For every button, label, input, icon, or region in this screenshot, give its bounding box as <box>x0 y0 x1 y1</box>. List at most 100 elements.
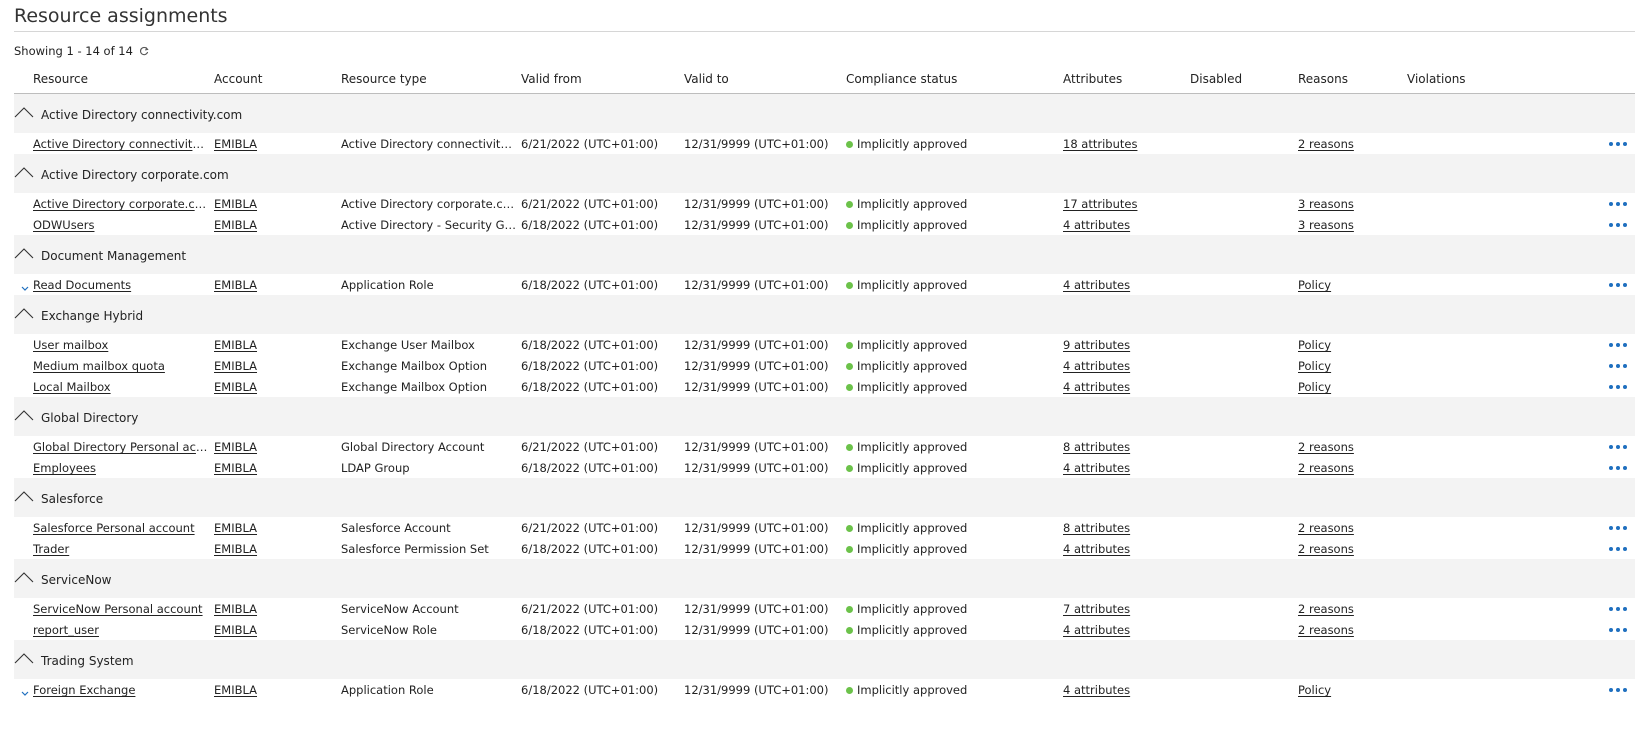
reasons-link[interactable]: Policy <box>1298 278 1331 292</box>
more-horizontal-icon[interactable] <box>1609 626 1627 634</box>
more-horizontal-icon[interactable] <box>1609 545 1627 553</box>
column-header-valid-to[interactable]: Valid to <box>684 72 729 86</box>
attributes-link[interactable]: 17 attributes <box>1063 197 1137 211</box>
column-header-violations[interactable]: Violations <box>1407 72 1466 86</box>
column-header-attributes[interactable]: Attributes <box>1063 72 1122 86</box>
chevron-up-icon[interactable] <box>14 164 34 178</box>
table-row[interactable]: report_user EMIBLA ServiceNow Role 6/18/202… <box>14 620 1635 640</box>
reasons-link[interactable]: Policy <box>1298 338 1331 352</box>
attributes-link[interactable]: 18 attributes <box>1063 137 1137 151</box>
account-link[interactable]: EMIBLA <box>214 359 257 373</box>
reasons-link[interactable]: 2 reasons <box>1298 521 1354 535</box>
chevron-up-icon[interactable] <box>14 245 34 259</box>
reasons-link[interactable]: 2 reasons <box>1298 542 1354 556</box>
account-link[interactable]: EMIBLA <box>214 197 257 211</box>
more-horizontal-icon[interactable] <box>1609 443 1627 451</box>
account-link[interactable]: EMIBLA <box>214 278 257 292</box>
table-row[interactable]: Read Documents EMIBLA Application Role 6/18… <box>14 275 1635 295</box>
attributes-link[interactable]: 4 attributes <box>1063 359 1130 373</box>
attributes-link[interactable]: 4 attributes <box>1063 683 1130 697</box>
attributes-link[interactable]: 7 attributes <box>1063 602 1130 616</box>
table-row[interactable]: Active Directory connectivity.com Person… <box>14 134 1635 154</box>
account-link[interactable]: EMIBLA <box>214 338 257 352</box>
table-row[interactable]: Trader EMIBLA Salesforce Permission Set 6/1… <box>14 539 1635 559</box>
column-header-compliance[interactable]: Compliance status <box>846 72 957 86</box>
resource-link[interactable]: Employees <box>33 461 96 475</box>
column-header-disabled[interactable]: Disabled <box>1190 72 1242 86</box>
chevron-up-icon[interactable] <box>14 305 34 319</box>
chevron-up-icon[interactable] <box>14 569 34 583</box>
table-row[interactable]: ServiceNow Personal account EMIBLA Service… <box>14 599 1635 619</box>
account-link[interactable]: EMIBLA <box>214 602 257 616</box>
more-horizontal-icon[interactable] <box>1609 200 1627 208</box>
resource-link[interactable]: Active Directory connectivity.com Person… <box>33 137 209 151</box>
more-horizontal-icon[interactable] <box>1609 524 1627 532</box>
account-link[interactable]: EMIBLA <box>214 380 257 394</box>
column-header-reasons[interactable]: Reasons <box>1298 72 1348 86</box>
resource-link[interactable]: Read Documents <box>33 278 131 292</box>
attributes-link[interactable]: 4 attributes <box>1063 542 1130 556</box>
resource-link[interactable]: User mailbox <box>33 338 108 352</box>
account-link[interactable]: EMIBLA <box>214 623 257 637</box>
account-link[interactable]: EMIBLA <box>214 440 257 454</box>
reasons-link[interactable]: 3 reasons <box>1298 197 1354 211</box>
resource-link[interactable]: Local Mailbox <box>33 380 111 394</box>
reasons-link[interactable]: 2 reasons <box>1298 602 1354 616</box>
resource-link[interactable]: Active Directory corporate.com Personal … <box>33 197 209 211</box>
resource-link[interactable]: Trader <box>33 542 69 556</box>
table-row[interactable]: Medium mailbox quota EMIBLA Exchange Mailb… <box>14 356 1635 376</box>
reasons-link[interactable]: 3 reasons <box>1298 218 1354 232</box>
reasons-link[interactable]: 2 reasons <box>1298 440 1354 454</box>
reasons-link[interactable]: Policy <box>1298 380 1331 394</box>
table-row[interactable]: Foreign Exchange EMIBLA Application Role 6/… <box>14 680 1635 700</box>
reasons-link[interactable]: Policy <box>1298 359 1331 373</box>
attributes-link[interactable]: 4 attributes <box>1063 380 1130 394</box>
table-row[interactable]: User mailbox EMIBLA Exchange User Mailbox 6… <box>14 335 1635 355</box>
more-horizontal-icon[interactable] <box>1609 464 1627 472</box>
resource-link[interactable]: ServiceNow Personal account <box>33 602 203 616</box>
account-link[interactable]: EMIBLA <box>214 137 257 151</box>
attributes-link[interactable]: 9 attributes <box>1063 338 1130 352</box>
more-horizontal-icon[interactable] <box>1609 221 1627 229</box>
account-link[interactable]: EMIBLA <box>214 521 257 535</box>
column-header-account[interactable]: Account <box>214 72 262 86</box>
account-link[interactable]: EMIBLA <box>214 218 257 232</box>
reasons-link[interactable]: Policy <box>1298 683 1331 697</box>
resource-link[interactable]: Global Directory Personal account <box>33 440 209 454</box>
resource-link[interactable]: Salesforce Personal account <box>33 521 195 535</box>
attributes-link[interactable]: 4 attributes <box>1063 218 1130 232</box>
chevron-down-icon[interactable] <box>20 278 30 291</box>
table-row[interactable]: Employees EMIBLA LDAP Group 6/18/2022 (UTC+… <box>14 458 1635 478</box>
more-horizontal-icon[interactable] <box>1609 140 1627 148</box>
reasons-link[interactable]: 2 reasons <box>1298 623 1354 637</box>
table-row[interactable]: Local Mailbox EMIBLA Exchange Mailbox Opti… <box>14 377 1635 397</box>
more-horizontal-icon[interactable] <box>1609 281 1627 289</box>
resource-link[interactable]: report_user <box>33 623 99 637</box>
attributes-link[interactable]: 4 attributes <box>1063 278 1130 292</box>
more-horizontal-icon[interactable] <box>1609 341 1627 349</box>
refresh-icon[interactable] <box>138 45 150 57</box>
table-row[interactable]: ODWUsers EMIBLA Active Directory - Securit… <box>14 215 1635 235</box>
chevron-up-icon[interactable] <box>14 650 34 664</box>
more-horizontal-icon[interactable] <box>1609 605 1627 613</box>
chevron-up-icon[interactable] <box>14 488 34 502</box>
more-horizontal-icon[interactable] <box>1609 383 1627 391</box>
resource-link[interactable]: Foreign Exchange <box>33 683 135 697</box>
column-header-resource[interactable]: Resource <box>33 72 88 86</box>
attributes-link[interactable]: 4 attributes <box>1063 461 1130 475</box>
table-row[interactable]: Salesforce Personal account EMIBLA Salesfo… <box>14 518 1635 538</box>
more-horizontal-icon[interactable] <box>1609 362 1627 370</box>
resource-link[interactable]: Medium mailbox quota <box>33 359 165 373</box>
attributes-link[interactable]: 8 attributes <box>1063 440 1130 454</box>
table-row[interactable]: Global Directory Personal account EMIBLA G… <box>14 437 1635 457</box>
account-link[interactable]: EMIBLA <box>214 542 257 556</box>
reasons-link[interactable]: 2 reasons <box>1298 137 1354 151</box>
column-header-valid-from[interactable]: Valid from <box>521 72 582 86</box>
account-link[interactable]: EMIBLA <box>214 461 257 475</box>
chevron-up-icon[interactable] <box>14 104 34 118</box>
more-horizontal-icon[interactable] <box>1609 686 1627 694</box>
table-row[interactable]: Active Directory corporate.com Personal … <box>14 194 1635 214</box>
attributes-link[interactable]: 4 attributes <box>1063 623 1130 637</box>
attributes-link[interactable]: 8 attributes <box>1063 521 1130 535</box>
chevron-up-icon[interactable] <box>14 407 34 421</box>
